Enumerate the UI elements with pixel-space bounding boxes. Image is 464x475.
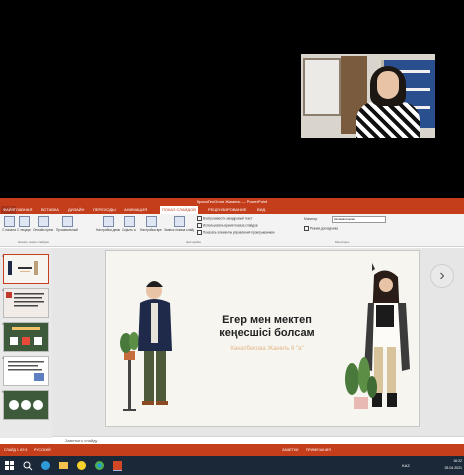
thumbnail-3-preview [10,327,42,345]
setup-slideshow-label: Настройка демонстрации [96,228,120,232]
rehearse-timings-button[interactable]: Настройка времени [140,216,162,232]
slide-subtitle[interactable]: Канатбекова Жанель 8 "а" [211,346,323,352]
thumbnail-5-preview [9,400,43,410]
media-controls-label: Показать элементы управления проигрывани… [203,230,275,235]
checkbox-icon [197,216,202,221]
notes-toggle-button[interactable]: ЗАМЕТКИ [282,444,298,456]
webcam-person-body [356,102,420,138]
tab-animations[interactable]: АНИМАЦИЯ [124,206,147,214]
hide-slide-button[interactable]: Скрыть слайд [122,216,136,232]
setup-icon [102,216,114,227]
thumbnail-number: 4 [2,356,4,360]
webcam-window [303,58,341,116]
timings-checkbox[interactable]: Использовать время показа слайдов [197,223,258,228]
clock-time: 16:22 [453,459,462,463]
group-setup: Настройка [186,240,201,244]
monitor-label: Монитор: [304,217,318,221]
timer-icon [145,216,157,227]
current-slide[interactable]: Егер мен мектеп кеңесшісі болсам Канатбе… [105,250,420,427]
hide-slide-icon [123,216,135,227]
group-monitors: Мониторы [335,240,350,244]
slide-thumbnail[interactable]: 5 [2,390,49,420]
powerpoint-taskbar-icon[interactable] [112,460,123,471]
group-start-slideshow: Начать показ слайдов [18,240,49,244]
from-current-button[interactable]: С текущего слайда [17,216,31,232]
slide-thumbnails-pane[interactable]: 1 2 3 4 5 [0,248,52,438]
webcam-feed [301,54,435,138]
chevron-right-icon: › [439,267,445,284]
setup-slideshow-button[interactable]: Настройка демонстрации [96,216,120,232]
hide-slide-label: Скрыть слайд [122,228,136,232]
chrome-icon[interactable] [94,460,105,471]
next-slide-button[interactable]: › [430,264,454,288]
yandex-browser-icon[interactable] [76,460,87,471]
search-icon[interactable] [22,460,33,471]
clock-date: 25.04.2021 [444,466,462,470]
slide-thumbnail[interactable]: 3 [2,322,49,352]
slide-thumbnail[interactable]: 2 [2,288,49,318]
tab-transitions[interactable]: ПЕРЕХОДЫ [93,206,116,214]
window-title: КрасиГеоОлли Жамель — PowerPoint [0,198,464,206]
comments-toggle-button[interactable]: ПРИМЕЧАНИЯ [306,444,331,456]
play-current-icon [18,216,30,227]
tab-view[interactable]: ВИД [257,206,265,214]
from-current-label: С текущего слайда [17,228,31,232]
narrations-label: Воспроизвести закадровый текст [203,216,253,221]
file-explorer-icon[interactable] [58,460,69,471]
webcam-person-face [377,71,399,99]
online-presentation-label: Онлайн-презентация [33,228,53,232]
tab-home[interactable]: ГЛАВНАЯ [14,206,32,214]
edge-icon[interactable] [40,460,51,471]
system-clock[interactable]: 16:22 25.04.2021 [444,458,462,472]
thumbnail-number: 3 [2,322,4,326]
globe-icon [37,216,49,227]
record-icon [173,216,185,227]
from-beginning-button[interactable]: С начала [2,216,16,232]
presenter-view-checkbox[interactable]: Режим докладчика [304,226,338,231]
ribbon: С начала С текущего слайда Онлайн-презен… [0,214,464,247]
status-bar: СЛАЙД 1 ИЗ 5 РУССКИЙ ЗАМЕТКИ ПРИМЕЧАНИЯ [0,444,464,456]
record-slideshow-button[interactable]: Запись показа слайдов [164,216,194,232]
slide-counter: СЛАЙД 1 ИЗ 5 [4,448,28,452]
notes-pane[interactable]: Заметки к слайду [52,436,464,444]
tab-design[interactable]: ДИЗАЙН [68,206,84,214]
thumbnail-2-preview [6,292,44,307]
keyboard-language[interactable]: KAZ [402,460,410,471]
narrations-checkbox[interactable]: Воспроизвести закадровый текст [197,216,252,221]
slide-thumbnail[interactable]: 4 [2,356,49,386]
thumbnail-number: 1 [2,254,4,258]
slide-title[interactable]: Егер мен мектеп кеңесшісі болсам [211,314,323,340]
slide-title-line-2: кеңесшісі болсам [219,327,315,339]
record-slideshow-label: Запись показа слайдов [164,228,194,232]
from-beginning-label: С начала [2,228,16,232]
custom-show-label: Произвольный показ [56,228,78,232]
custom-show-icon [61,216,73,227]
play-icon [3,216,15,227]
slide-thumbnail[interactable]: 1 [2,254,49,284]
checkbox-icon [197,230,202,235]
thumbnail-number: 2 [2,288,4,292]
language-indicator[interactable]: РУССКИЙ [34,444,51,456]
presenter-view-label: Режим докладчика [310,226,338,231]
custom-show-button[interactable]: Произвольный показ [56,216,78,232]
monitor-select[interactable]: Автоматически [332,216,386,223]
taskbar: KAZ 16:22 25.04.2021 [0,456,464,475]
rehearse-timings-label: Настройка времени [140,228,162,232]
thumbnail-4-preview [8,361,44,381]
ribbon-tabs: ФАЙЛ ГЛАВНАЯ ВСТАВКА ДИЗАЙН ПЕРЕХОДЫ АНИ… [0,206,464,214]
online-presentation-button[interactable]: Онлайн-презентация [33,216,53,232]
timings-label: Использовать время показа слайдов [203,223,258,228]
thumbnail-number: 5 [2,390,4,394]
media-controls-checkbox[interactable]: Показать элементы управления проигрывани… [197,230,274,235]
tab-review[interactable]: РЕЦЕНЗИРОВАНИЕ [208,206,246,214]
slide-title-line-1: Егер мен мектеп [222,314,312,326]
checkbox-icon [304,226,309,231]
thumbnail-1-preview [8,261,38,275]
windows-start-icon[interactable] [4,460,15,471]
checkbox-icon [197,223,202,228]
tab-slideshow[interactable]: ПОКАЗ СЛАЙДОВ [160,206,198,214]
tab-insert[interactable]: ВСТАВКА [41,206,59,214]
